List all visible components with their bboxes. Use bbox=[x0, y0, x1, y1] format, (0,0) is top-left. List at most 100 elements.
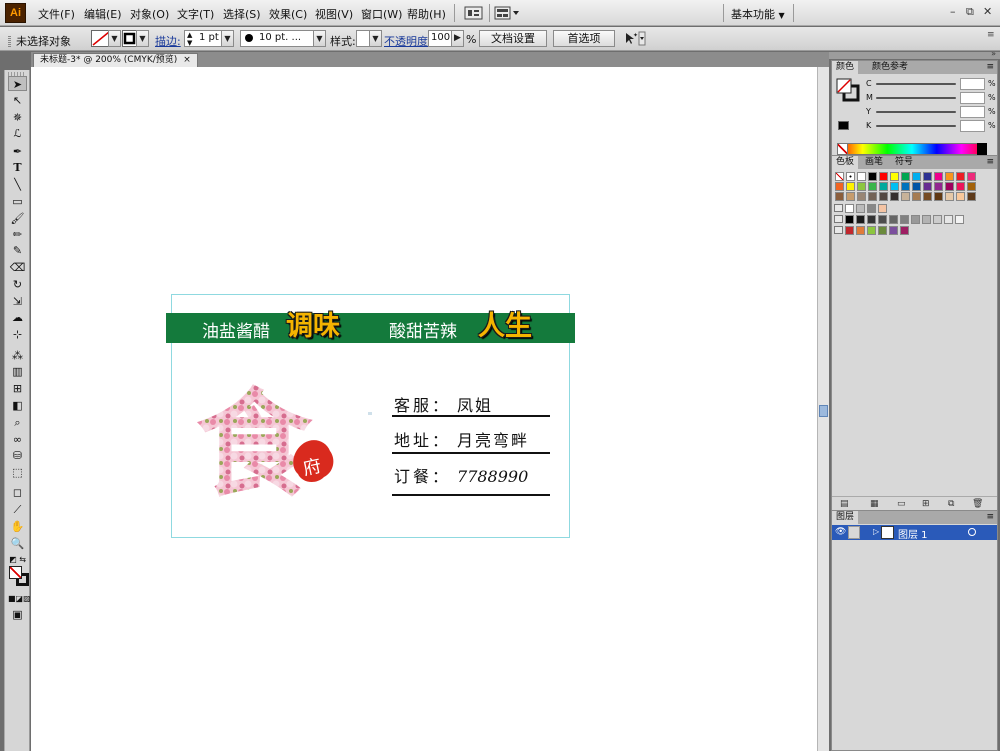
visibility-eye-icon[interactable]: 👁 bbox=[835, 527, 846, 537]
panel-menu-icon[interactable]: ≡ bbox=[986, 511, 994, 523]
color-swatch[interactable] bbox=[868, 192, 877, 201]
layer-row[interactable]: 👁 ▷ 图层 1 bbox=[832, 525, 997, 541]
screen-mode-icon[interactable]: ▣ bbox=[8, 607, 27, 622]
color-swatch[interactable] bbox=[901, 192, 910, 201]
eyedropper-tool-icon[interactable]: ⌕ bbox=[8, 415, 27, 430]
swatch-options-icon[interactable]: ▭ bbox=[897, 499, 906, 509]
color-swatch[interactable] bbox=[955, 215, 964, 224]
new-color-group-icon[interactable]: ⊞ bbox=[922, 499, 930, 509]
color-mode-buttons-icon[interactable]: ■◪▨ bbox=[8, 591, 31, 606]
layer-name[interactable]: 图层 1 bbox=[898, 526, 928, 541]
menu-file[interactable]: 文件(F) bbox=[38, 6, 75, 22]
info-row-address[interactable]: 地址： 月亮弯畔 bbox=[394, 427, 529, 451]
menu-help[interactable]: 帮助(H) bbox=[407, 6, 446, 22]
color-swatch[interactable] bbox=[934, 192, 943, 201]
color-swatch[interactable] bbox=[934, 182, 943, 191]
scale-tool-icon[interactable]: ⇲ bbox=[8, 294, 27, 309]
panel-menu-icon[interactable]: ≡ bbox=[986, 61, 994, 73]
swatch-group-folder-icon[interactable] bbox=[834, 215, 843, 223]
color-swatch[interactable] bbox=[835, 182, 844, 191]
color-swatch[interactable] bbox=[890, 182, 899, 191]
menu-edit[interactable]: 编辑(E) bbox=[84, 6, 122, 22]
out-of-gamut-icon[interactable] bbox=[838, 121, 849, 130]
color-swatch[interactable] bbox=[967, 182, 976, 191]
menu-view[interactable]: 视图(V) bbox=[315, 6, 353, 22]
stroke-dropdown-arrow[interactable]: ▼ bbox=[136, 30, 149, 47]
artboard-canvas[interactable]: 油盐酱醋 调味 酸甜苦辣 人生 食 府 客服： 凤姐 地址： 月亮弯畔 订餐： … bbox=[31, 67, 817, 751]
fill-stroke-selector[interactable] bbox=[9, 566, 29, 586]
color-swatch[interactable] bbox=[857, 182, 866, 191]
expand-layer-icon[interactable]: ▷ bbox=[873, 527, 879, 536]
column-graph-tool-icon[interactable]: ▥ bbox=[8, 364, 27, 379]
tab-symbols[interactable]: 符号 bbox=[891, 156, 917, 169]
panel-menu-icon[interactable]: ≡ bbox=[986, 156, 994, 168]
color-swatch[interactable] bbox=[912, 182, 921, 191]
tab-layers[interactable]: 图层 bbox=[832, 511, 859, 524]
none-color-icon[interactable] bbox=[837, 143, 848, 155]
color-swatch[interactable] bbox=[956, 182, 965, 191]
color-swatch[interactable] bbox=[944, 215, 953, 224]
color-swatch[interactable] bbox=[911, 215, 920, 224]
swatch-group-folder-icon[interactable] bbox=[834, 204, 843, 212]
restaurant-logo[interactable]: 食 府 bbox=[196, 377, 346, 497]
lock-toggle[interactable] bbox=[848, 526, 860, 539]
color-swatch[interactable] bbox=[867, 215, 876, 224]
collapse-dock-icon[interactable]: » bbox=[991, 49, 996, 58]
selection-options-icon[interactable]: ✦ bbox=[623, 31, 647, 47]
info-divider[interactable] bbox=[392, 494, 550, 496]
color-swatch[interactable] bbox=[900, 226, 909, 235]
blob-brush-tool-icon[interactable]: ✎ bbox=[8, 243, 27, 258]
color-swatch[interactable] bbox=[867, 204, 876, 213]
close-tab-icon[interactable]: × bbox=[183, 55, 191, 65]
color-swatch[interactable] bbox=[923, 182, 932, 191]
color-swatch[interactable] bbox=[890, 192, 899, 201]
color-swatch[interactable] bbox=[846, 192, 855, 201]
target-layer-icon[interactable] bbox=[968, 528, 976, 536]
color-swatch[interactable] bbox=[923, 172, 932, 181]
graphic-style-swatch[interactable] bbox=[356, 30, 370, 47]
artboard-tool-icon[interactable]: ◻ bbox=[8, 485, 27, 500]
color-swatch[interactable] bbox=[967, 192, 976, 201]
live-paint-bucket-tool-icon[interactable]: ⛁ bbox=[8, 448, 27, 463]
style-dropdown-arrow[interactable]: ▼ bbox=[369, 30, 382, 47]
menu-effect[interactable]: 效果(C) bbox=[269, 6, 307, 22]
color-swatch[interactable] bbox=[878, 204, 887, 213]
free-transform-tool-icon[interactable]: ⊹ bbox=[8, 327, 27, 342]
paintbrush-tool-icon[interactable]: 🖌 bbox=[8, 211, 27, 226]
tab-swatches[interactable]: 色板 bbox=[832, 156, 859, 169]
zoom-tool-icon[interactable]: 🔍 bbox=[8, 536, 27, 551]
color-swatch[interactable] bbox=[856, 204, 865, 213]
type-tool-icon[interactable]: T bbox=[8, 160, 27, 175]
color-swatch[interactable] bbox=[835, 172, 844, 181]
info-divider[interactable] bbox=[392, 452, 550, 454]
info-row-service[interactable]: 客服： 凤姐 bbox=[394, 392, 493, 416]
line-segment-tool-icon[interactable]: ╲ bbox=[8, 177, 27, 192]
color-fill-stroke-icon[interactable] bbox=[836, 78, 860, 102]
document-tab[interactable]: 未标题-3* @ 200% (CMYK/预览) × bbox=[33, 53, 198, 67]
color-swatch[interactable] bbox=[945, 192, 954, 201]
color-swatch[interactable] bbox=[868, 182, 877, 191]
color-swatch[interactable] bbox=[912, 192, 921, 201]
color-swatch[interactable] bbox=[845, 215, 854, 224]
color-swatch[interactable] bbox=[879, 172, 888, 181]
pencil-tool-icon[interactable]: ✏ bbox=[8, 227, 27, 242]
color-swatch[interactable] bbox=[846, 172, 855, 181]
direct-selection-tool-icon[interactable]: ↖ bbox=[8, 93, 27, 108]
color-swatch[interactable] bbox=[835, 192, 844, 201]
pen-tool-icon[interactable]: ✒ bbox=[8, 144, 27, 159]
magic-wand-tool-icon[interactable]: ✵ bbox=[8, 110, 27, 125]
color-swatch[interactable] bbox=[945, 172, 954, 181]
info-divider[interactable] bbox=[392, 415, 550, 417]
color-swatch[interactable] bbox=[956, 172, 965, 181]
live-paint-selection-tool-icon[interactable]: ⬚ bbox=[8, 465, 27, 480]
vertical-scrollbar[interactable] bbox=[817, 67, 829, 751]
slogan-text-2[interactable]: 酸甜苦辣 bbox=[389, 317, 457, 342]
workspace-switcher[interactable]: 基本功能 ▼ bbox=[731, 6, 785, 22]
tab-color[interactable]: 颜色 bbox=[832, 61, 859, 74]
color-swatch[interactable] bbox=[900, 215, 909, 224]
color-swatch[interactable] bbox=[889, 215, 898, 224]
color-swatch[interactable] bbox=[945, 182, 954, 191]
menu-type[interactable]: 文字(T) bbox=[177, 6, 214, 22]
fill-dropdown-arrow[interactable]: ▼ bbox=[108, 30, 121, 47]
bridge-icon[interactable] bbox=[464, 5, 484, 21]
